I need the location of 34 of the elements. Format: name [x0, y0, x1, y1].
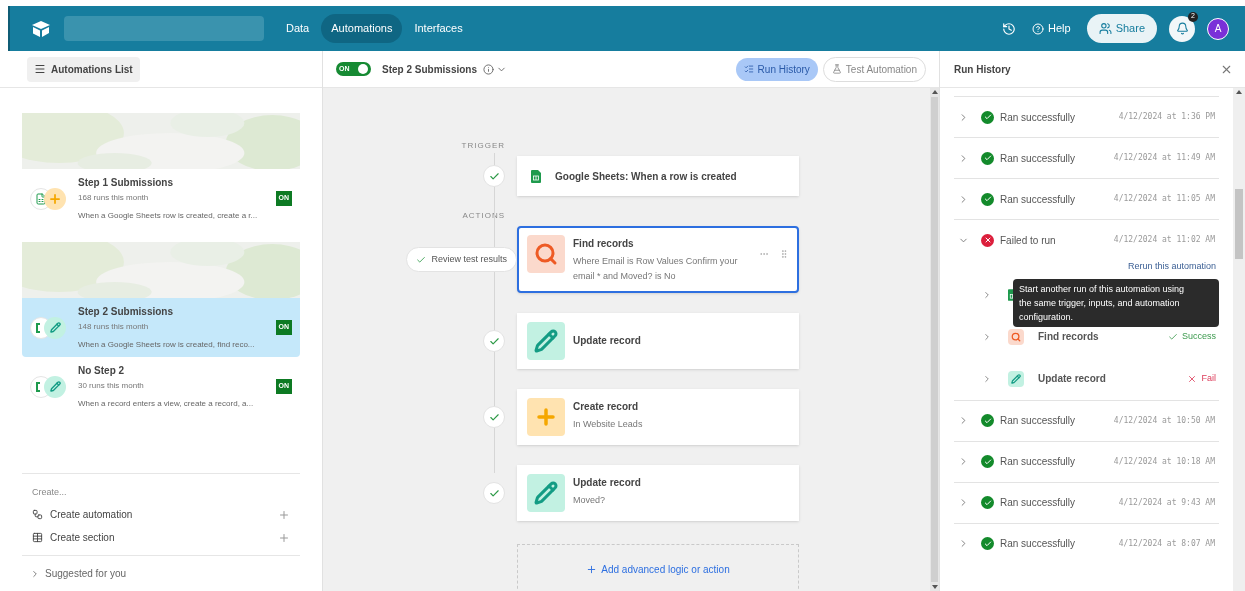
automation-runs: 168 runs this month: [78, 192, 150, 204]
step-result: Fail: [1187, 371, 1216, 386]
automation-description: When a record enters a view, create a record, a...: [78, 398, 255, 410]
panel-title: Run History: [954, 62, 1012, 77]
run-time: 4/12/2024 at 10:50 AM: [1113, 414, 1215, 427]
run-time: 4/12/2024 at 9:43 AM: [1118, 496, 1215, 509]
run-time: 4/12/2024 at 11:02 AM: [1113, 234, 1215, 246]
step-title: Find records: [1038, 330, 1100, 344]
run-time: 4/12/2024 at 8:07 AM: [1118, 537, 1215, 550]
step-title: Update record: [1038, 372, 1107, 386]
action-title: Update record: [573, 476, 642, 490]
automation-description: When a Google Sheets row is created, create a r...: [78, 210, 259, 222]
automation-runs: 148 runs this month: [78, 321, 150, 333]
run-time: 4/12/2024 at 10:18 AM: [1113, 455, 1215, 468]
automation-name: Step 1 Submissions: [78, 176, 175, 190]
action-subtitle: Moved?: [573, 494, 607, 507]
run-time: 4/12/2024 at 11:49 AM: [1113, 152, 1215, 164]
action-title: Update record: [573, 334, 642, 348]
create-heading: Create...: [32, 485, 68, 499]
automation-title: Step 2 Submissions: [382, 62, 478, 77]
action-subtitle: Where Email is Row Values Confirm your email * and Moved? is No: [573, 255, 739, 283]
automation-name: Step 2 Submissions: [78, 305, 175, 319]
tooltip: Start another run of this automation using the same trigger, inputs, and automation configuration.: [1013, 279, 1219, 327]
action-subtitle: In Website Leads: [573, 418, 644, 431]
run-time: 4/12/2024 at 11:05 AM: [1113, 193, 1215, 205]
section-label: ACTIONS: [462, 210, 505, 222]
action-title: Create record: [573, 400, 640, 414]
run-time: 4/12/2024 at 1:36 PM: [1118, 111, 1215, 123]
automation-runs: 30 runs this month: [78, 380, 145, 392]
action-title: Find records: [573, 237, 635, 251]
automation-name: No Step 2: [78, 364, 126, 378]
section-label: TRIGGER: [461, 140, 505, 152]
step-result: Success: [1168, 329, 1216, 344]
automation-description: When a Google Sheets row is created, find reco...: [78, 339, 256, 351]
